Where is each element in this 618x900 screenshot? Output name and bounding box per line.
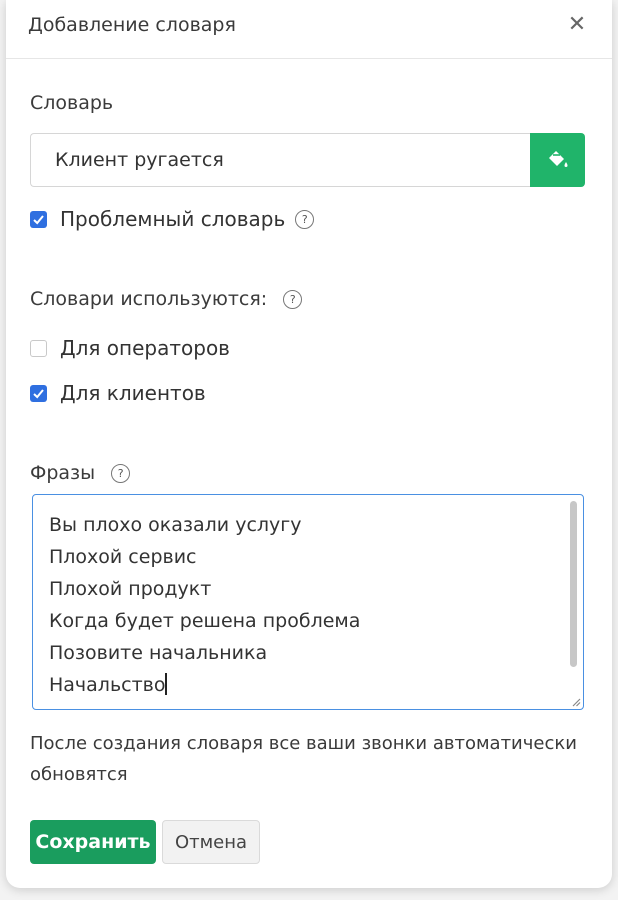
close-icon[interactable]: ✕ bbox=[564, 12, 590, 38]
for-clients-label: Для клиентов bbox=[60, 381, 206, 405]
phrase-line: Плохой сервис bbox=[49, 546, 197, 568]
checkbox-checked[interactable] bbox=[30, 384, 47, 402]
usage-label-text: Словари используются: bbox=[30, 288, 268, 310]
dictionary-name-input[interactable] bbox=[30, 133, 530, 187]
problem-dictionary-checkbox[interactable]: Проблемный словарь ? bbox=[30, 207, 315, 231]
for-operators-label: Для операторов bbox=[60, 336, 230, 360]
fill-color-button[interactable] bbox=[530, 133, 585, 187]
for-clients-checkbox[interactable]: Для клиентов bbox=[30, 381, 206, 405]
phrases-label-text: Фразы bbox=[30, 462, 96, 484]
phrases-label: Фразы ? bbox=[30, 462, 131, 484]
dialog-header: Добавление словаря ✕ bbox=[6, 0, 612, 59]
phrases-list: Вы плохо оказали услугу Плохой сервис Пл… bbox=[49, 509, 360, 701]
phrase-line: Когда будет решена проблема bbox=[49, 610, 361, 632]
phrases-textarea[interactable]: Вы плохо оказали услугу Плохой сервис Пл… bbox=[32, 494, 584, 710]
info-note: После создания словаря все ваши звонки а… bbox=[30, 733, 577, 785]
for-operators-checkbox[interactable]: Для операторов bbox=[30, 336, 230, 360]
problem-dictionary-label: Проблемный словарь bbox=[60, 207, 286, 231]
paint-bucket-icon bbox=[548, 151, 567, 167]
phrase-line-text: Начальство bbox=[49, 674, 166, 696]
dialog-title: Добавление словаря bbox=[28, 14, 236, 36]
checkmark-icon bbox=[33, 388, 44, 398]
add-dictionary-dialog: Добавление словаря ✕ Словарь Проблемный … bbox=[6, 0, 612, 888]
phrase-line: Вы плохо оказали услугу bbox=[49, 514, 302, 536]
phrase-line-last: Начальство bbox=[49, 669, 360, 701]
checkbox-unchecked[interactable] bbox=[30, 339, 47, 357]
phrase-line: Плохой продукт bbox=[49, 578, 212, 600]
save-button[interactable]: Сохранить bbox=[30, 820, 156, 864]
scrollbar[interactable] bbox=[570, 501, 577, 667]
help-circle-icon[interactable]: ? bbox=[283, 290, 303, 309]
checkmark-icon bbox=[33, 214, 44, 224]
checkbox-checked[interactable] bbox=[30, 210, 47, 228]
resize-handle-icon[interactable] bbox=[571, 697, 581, 707]
phrase-line: Позовите начальника bbox=[49, 642, 268, 664]
help-circle-icon[interactable]: ? bbox=[111, 464, 131, 483]
dictionary-label: Словарь bbox=[30, 92, 114, 114]
help-circle-icon[interactable]: ? bbox=[295, 209, 315, 229]
cancel-button[interactable]: Отмена bbox=[162, 820, 260, 864]
usage-label: Словари используются: ? bbox=[30, 288, 303, 310]
text-caret bbox=[165, 673, 167, 695]
